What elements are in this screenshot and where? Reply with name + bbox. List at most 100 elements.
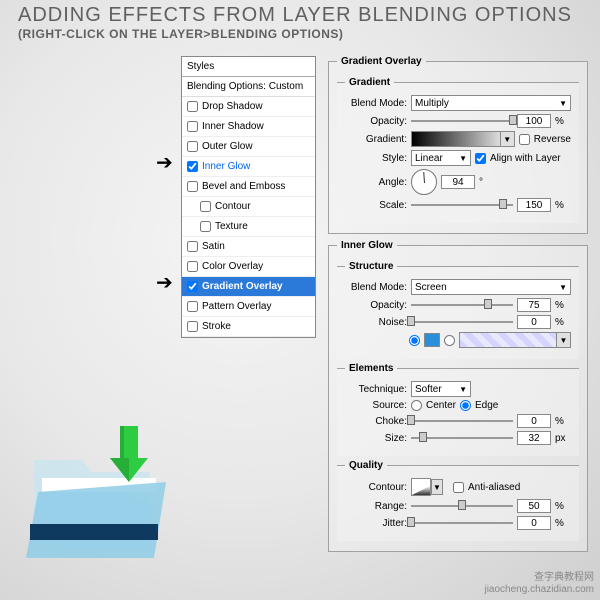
blend-mode-value: Multiply [415,98,449,109]
range-label: Range: [345,501,407,512]
checkbox-outer-glow[interactable] [187,141,198,152]
angle-input[interactable] [441,175,475,189]
source-center-radio[interactable] [411,400,422,411]
gradient-style-value: Linear [415,153,443,164]
style-inner-glow[interactable]: Inner Glow [182,157,315,177]
checkbox-drop-shadow[interactable] [187,101,198,112]
color-solid-radio[interactable] [409,335,420,346]
style-gradient-overlay[interactable]: Gradient Overlay [182,277,315,297]
anti-aliased-label: Anti-aliased [468,482,520,493]
style-contour[interactable]: Contour [182,197,315,217]
gradient-style-dropdown[interactable]: Linear ▼ [411,150,471,166]
opacity-input[interactable] [517,114,551,128]
gradient-group: Gradient Blend Mode: Multiply▼ Opacity: … [337,77,579,223]
opacity-label: Opacity: [345,116,407,127]
checkbox-pattern-overlay[interactable] [187,301,198,312]
style-label: Outer Glow [202,141,253,152]
scale-input[interactable] [517,198,551,212]
opacity-slider[interactable] [411,114,513,128]
checkbox-gradient-overlay[interactable] [187,281,198,292]
download-folder-icon [16,420,176,570]
size-input[interactable] [517,431,551,445]
blend-mode-dropdown[interactable]: Multiply▼ [411,95,571,111]
checkbox-bevel[interactable] [187,181,198,192]
chevron-down-icon: ▼ [459,154,467,163]
align-checkbox[interactable] [475,153,486,164]
checkbox-texture[interactable] [200,221,211,232]
style-label: Color Overlay [202,261,263,272]
percent-unit: % [555,501,571,512]
style-texture[interactable]: Texture [182,217,315,237]
style-label: Gradient Overlay [202,281,283,292]
choke-input[interactable] [517,414,551,428]
ig-opacity-slider[interactable] [411,298,513,312]
chevron-down-icon: ▼ [459,385,467,394]
elements-group: Elements Technique: Softer▼ Source: Cent… [337,363,579,456]
angle-dial[interactable] [411,169,437,195]
structure-group: Structure Blend Mode: Screen▼ Opacity: %… [337,261,579,359]
style-outer-glow[interactable]: Outer Glow [182,137,315,157]
settings-column: Gradient Overlay Gradient Blend Mode: Mu… [328,56,588,558]
range-input[interactable] [517,499,551,513]
ig-opacity-input[interactable] [517,298,551,312]
inner-glow-legend: Inner Glow [337,240,397,251]
ig-opacity-label: Opacity: [345,300,407,311]
checkbox-color-overlay[interactable] [187,261,198,272]
blending-options-row[interactable]: Blending Options: Custom [182,77,315,97]
size-label: Size: [345,433,407,444]
noise-input[interactable] [517,315,551,329]
style-color-overlay[interactable]: Color Overlay [182,257,315,277]
contour-label: Contour: [345,482,407,493]
gradient-overlay-panel: Gradient Overlay Gradient Blend Mode: Mu… [328,56,588,234]
structure-legend: Structure [345,261,397,272]
checkbox-inner-glow[interactable] [187,161,198,172]
checkbox-contour[interactable] [200,201,211,212]
range-slider[interactable] [411,499,513,513]
edge-label: Edge [475,400,498,411]
ig-blend-mode-label: Blend Mode: [345,282,407,293]
style-label: Contour [215,201,251,212]
style-bevel-emboss[interactable]: Bevel and Emboss [182,177,315,197]
choke-slider[interactable] [411,414,513,428]
style-satin[interactable]: Satin [182,237,315,257]
noise-label: Noise: [345,317,407,328]
px-unit: px [555,433,571,444]
center-label: Center [426,400,456,411]
gradient-group-legend: Gradient [345,77,394,88]
anti-aliased-checkbox[interactable] [453,482,464,493]
size-slider[interactable] [411,431,513,445]
percent-unit: % [555,200,571,211]
jitter-slider[interactable] [411,516,513,530]
jitter-input[interactable] [517,516,551,530]
technique-dropdown[interactable]: Softer▼ [411,381,471,397]
quality-legend: Quality [345,460,387,471]
glow-color-swatch[interactable] [424,333,440,347]
gradient-picker[interactable]: ▼ [411,131,515,147]
color-gradient-radio[interactable] [444,335,455,346]
watermark-line1: 查字典教程网 [484,572,594,584]
degree-unit: ° [479,177,495,188]
checkbox-inner-shadow[interactable] [187,121,198,132]
glow-gradient-picker[interactable]: ▼ [459,332,571,348]
source-edge-radio[interactable] [460,400,471,411]
checkbox-stroke[interactable] [187,321,198,332]
style-pattern-overlay[interactable]: Pattern Overlay [182,297,315,317]
chevron-down-icon[interactable]: ▼ [556,333,570,347]
ig-blend-mode-dropdown[interactable]: Screen▼ [411,279,571,295]
reverse-checkbox[interactable] [519,134,530,145]
style-inner-shadow[interactable]: Inner Shadow [182,117,315,137]
chevron-down-icon[interactable]: ▼ [500,132,514,146]
align-label: Align with Layer [490,153,561,164]
scale-slider[interactable] [411,198,513,212]
styles-heading[interactable]: Styles [182,57,315,77]
contour-picker[interactable]: ▼ [411,478,431,496]
style-label: Pattern Overlay [202,301,271,312]
watermark-line2: jiaocheng.chazidian.com [484,584,594,596]
percent-unit: % [555,116,571,127]
chevron-down-icon[interactable]: ▼ [431,479,443,495]
ig-blend-mode-value: Screen [415,282,447,293]
checkbox-satin[interactable] [187,241,198,252]
noise-slider[interactable] [411,315,513,329]
style-stroke[interactable]: Stroke [182,317,315,337]
style-drop-shadow[interactable]: Drop Shadow [182,97,315,117]
